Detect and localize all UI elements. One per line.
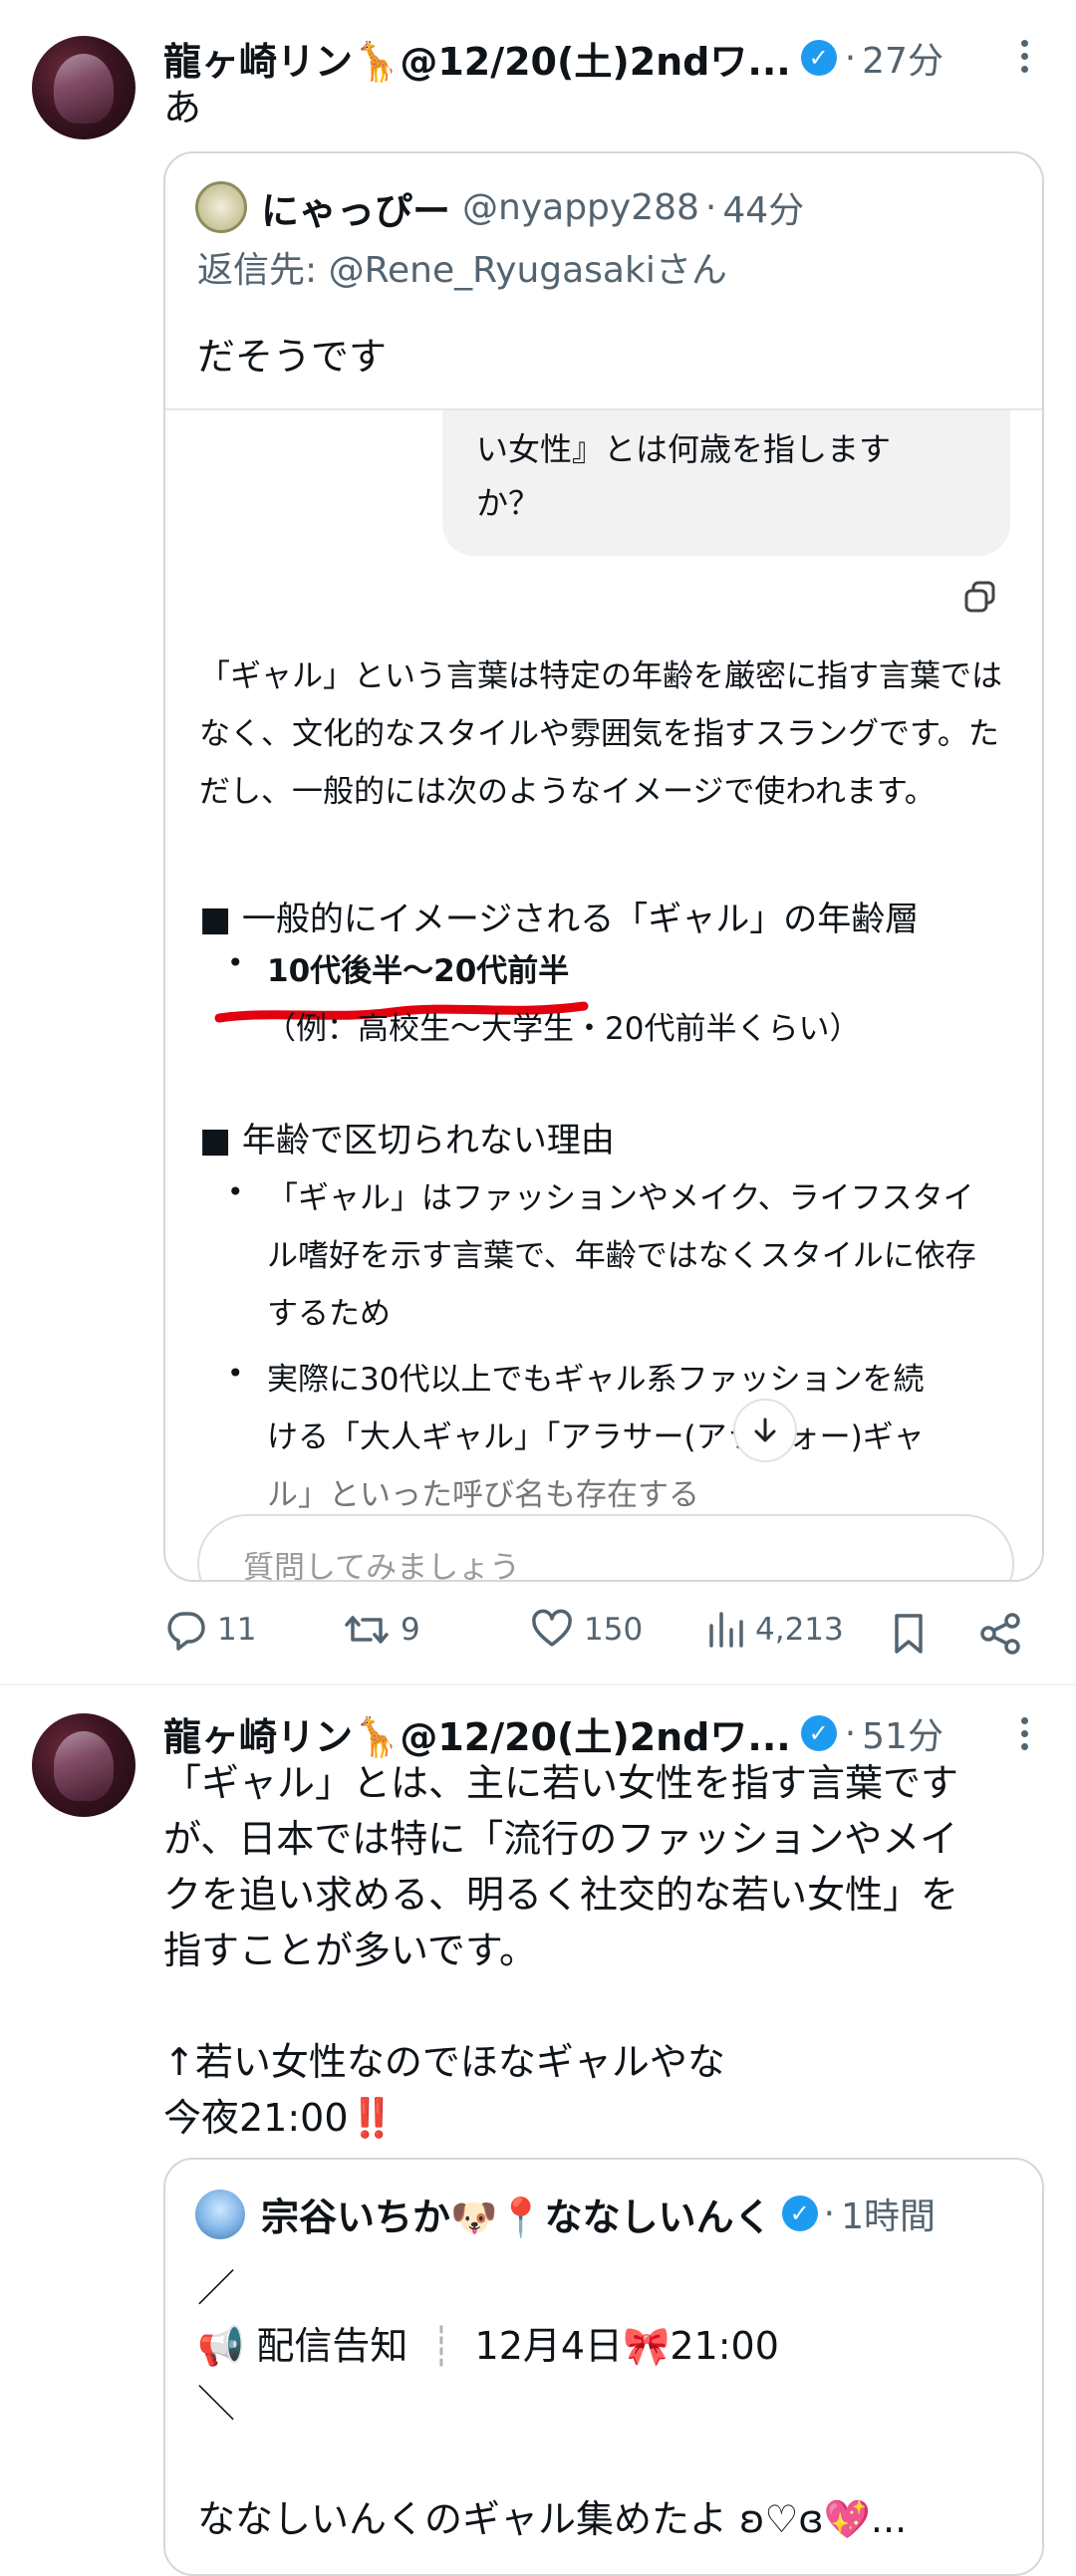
- answer-bullet-1-sub: （例：高校生〜大学生・20代前半くらい）: [265, 1011, 861, 1047]
- bubble-line-1: い女性』とは何歳を指します: [476, 430, 892, 468]
- quoted-tweet[interactable]: 宗谷いちか🐶📍ななしいんく ✓ · 1時間 ／ 📢 配信告知 ┊ 12月4日🎀2…: [163, 2158, 1044, 2576]
- tweet-header: 龍ヶ崎リン🦒@12/20(土)2ndワ... ✓ · 51分: [163, 1705, 1030, 1761]
- megaphone-icon: 📢: [197, 2324, 245, 2368]
- user-question-bubble: い女性』とは何歳を指します か？: [442, 410, 1010, 556]
- separator-dot: ·: [704, 186, 717, 228]
- copy-icon[interactable]: [960, 578, 1000, 618]
- more-options-icon[interactable]: [1006, 1705, 1042, 1761]
- like-count: 150: [584, 1612, 644, 1648]
- quote-author-name[interactable]: 宗谷いちか🐶📍ななしいんく: [261, 2187, 772, 2241]
- answer-bullet-2: 「ギャル」はファッションやメイク、ライフスタイル嗜好を示す言葉で、年齢ではなくス…: [267, 1180, 976, 1332]
- tweet-text: 「ギャル」とは、主に若い女性を指す言葉です が、日本では特に「流行のファッション…: [163, 1755, 1050, 2146]
- bullet-dot: •: [227, 1357, 244, 1390]
- views-button[interactable]: 4,213: [705, 1608, 844, 1652]
- tweet-text-line: [163, 1978, 1050, 2034]
- reply-icon: [167, 1612, 205, 1651]
- heart-icon: [532, 1609, 572, 1647]
- copy-icon-svg: [964, 581, 995, 613]
- quote-header: 宗谷いちか🐶📍ななしいんく ✓ · 1時間: [261, 2184, 936, 2243]
- quote-text: ／ 📢 配信告知 ┊ 12月4日🎀21:00 ＼ ななしいんくのギャル集めたよ …: [197, 2259, 907, 2548]
- quote-header: にゃっぴー @nyappy288 · 44分: [261, 177, 804, 237]
- answer-heading-2: ■ 年齢で区切られない理由: [199, 1121, 615, 1160]
- separator-dot: ·: [823, 2192, 836, 2234]
- answer-heading-1: ■ 一般的にイメージされる「ギャル」の年齢層: [199, 900, 920, 939]
- tweet-divider: [0, 1683, 1076, 1685]
- tweet-header: 龍ヶ崎リン🦒@12/20(土)2ndワ... ✓ · 27分: [163, 30, 1030, 86]
- tweet-text-line: 「ギャル」とは、主に若い女性を指す言葉です: [163, 1761, 959, 1805]
- announcement-label: 配信告知: [256, 2324, 408, 2368]
- answer-paragraph: 「ギャル」という言葉は特定の年齢を厳密に指す言葉ではなく、文化的なスタイルや雰囲…: [199, 658, 1002, 810]
- verified-badge-icon: ✓: [800, 40, 837, 76]
- quote-line-blank: [197, 2433, 907, 2490]
- author-name[interactable]: 龍ヶ崎リン🦒@12/20(土)2ndワ...: [163, 31, 791, 86]
- ask-input-placeholder: 質問してみましょう: [243, 1550, 521, 1582]
- arrow-down-icon: [754, 1417, 776, 1442]
- avatar[interactable]: [32, 36, 135, 139]
- retweet-button[interactable]: 9: [343, 1608, 420, 1652]
- answer-bullet-1: 10代後半〜20代前半: [267, 953, 570, 989]
- scroll-down-button[interactable]: [733, 1399, 797, 1462]
- quote-timestamp[interactable]: 1時間: [841, 2188, 936, 2239]
- reply-count: 11: [217, 1612, 257, 1648]
- tweet-text-line: 今夜21:00‼️: [163, 2096, 396, 2140]
- announcement-date: 12月4日🎀21:00: [474, 2324, 779, 2368]
- answer-bullet-3-line-2: ける「大人ギャル」「アラサー(アラフォー)ギャ: [267, 1419, 925, 1455]
- quote-line-1: ／: [197, 2266, 236, 2310]
- bookmark-button[interactable]: [889, 1612, 929, 1656]
- bubble-line-2: か？: [476, 484, 541, 522]
- reply-button[interactable]: 11: [163, 1608, 256, 1652]
- separator-dot: ·: [844, 37, 857, 79]
- tweet-text-line: ↑若い女性なのでほなギャルやな: [163, 2040, 725, 2084]
- retweet-count: 9: [401, 1612, 420, 1648]
- reply-prefix: 返信先:: [197, 250, 329, 291]
- quote-timestamp[interactable]: 44分: [722, 181, 804, 233]
- verified-badge-icon: ✓: [781, 2195, 818, 2231]
- quote-line-3: ＼: [197, 2382, 236, 2426]
- quote-line-4: ななしいんくのギャル集めたよ ʚ♡ɞ💖...: [197, 2497, 908, 2541]
- quote-text: だそうです: [197, 335, 388, 379]
- tweet-text: あ: [163, 86, 202, 129]
- bullet-dot: •: [227, 946, 244, 979]
- reply-context: 返信先: @Rene_Ryugasakiさん: [197, 243, 727, 299]
- avatar[interactable]: [32, 1713, 135, 1817]
- retweet-icon: [345, 1616, 389, 1644]
- share-button[interactable]: [978, 1612, 1022, 1656]
- quote-avatar[interactable]: [195, 181, 247, 233]
- timestamp[interactable]: 27分: [862, 32, 943, 84]
- share-icon: [980, 1613, 1020, 1655]
- timestamp[interactable]: 51分: [862, 1707, 943, 1759]
- author-name[interactable]: 龍ヶ崎リン🦒@12/20(土)2ndワ...: [163, 1706, 791, 1761]
- views-chart-icon: [709, 1612, 743, 1648]
- separator-dot: ·: [844, 1712, 857, 1754]
- quote-line-2: 📢 配信告知 ┊ 12月4日🎀21:00: [197, 2317, 907, 2375]
- quote-avatar[interactable]: [195, 2190, 245, 2239]
- tweet-text-line: 指すことが多いです。: [163, 1929, 538, 1972]
- quoted-tweet[interactable]: にゃっぴー @nyappy288 · 44分 返信先: @Rene_Ryugas…: [163, 151, 1044, 1582]
- attached-image[interactable]: い女性』とは何歳を指します か？ 「ギャル」という言葉は特定の年齢を厳密に指す言…: [165, 408, 1042, 1582]
- text-separator: ┊: [429, 2324, 453, 2368]
- like-button[interactable]: 150: [530, 1608, 643, 1652]
- tweet-actions: 11 9 150 4,213: [163, 1608, 1040, 1664]
- more-options-icon[interactable]: [1006, 28, 1042, 84]
- quote-author-name[interactable]: にゃっぴー: [261, 180, 450, 235]
- tweet-text-line: クを追い求める、明るく社交的な若い女性」を: [163, 1873, 959, 1917]
- quote-handle[interactable]: @nyappy288: [462, 187, 699, 228]
- ask-input[interactable]: 質問してみましょう: [197, 1514, 1014, 1582]
- answer-bullet-3-line-1: 実際に30代以上でもギャル系ファッションを続: [267, 1362, 925, 1398]
- verified-badge-icon: ✓: [800, 1715, 837, 1751]
- bullet-dot: •: [227, 1175, 244, 1208]
- bookmark-icon: [895, 1614, 923, 1654]
- tweet-text-line: が、日本では特に「流行のファッションやメイ: [163, 1817, 958, 1861]
- view-count: 4,213: [755, 1612, 844, 1648]
- reply-mention[interactable]: @Rene_Ryugasakiさん: [329, 250, 727, 291]
